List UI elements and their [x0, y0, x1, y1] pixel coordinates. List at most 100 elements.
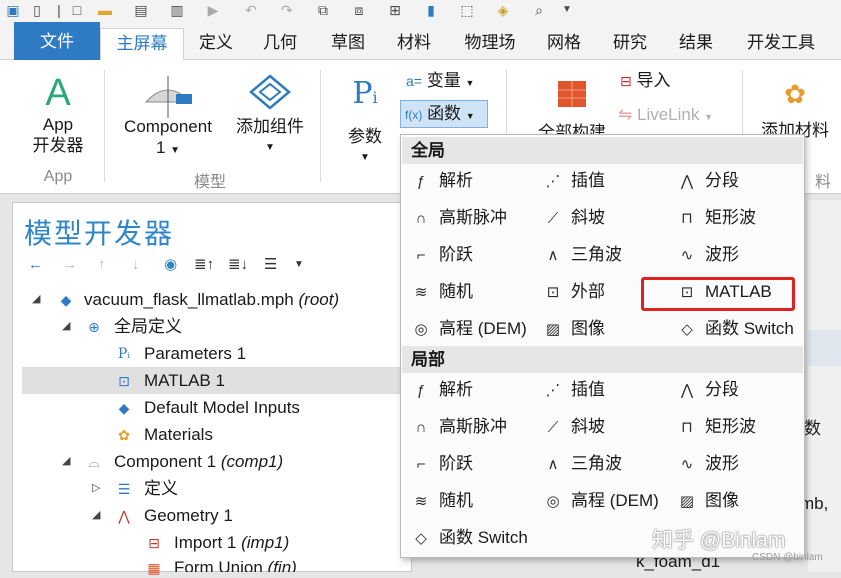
- menu-item-interpolation[interactable]: ⋰ 插值: [542, 166, 667, 196]
- elevation-icon: ◎: [414, 321, 428, 338]
- tab-definitions[interactable]: 定义: [188, 28, 244, 60]
- livelink-button[interactable]: ⇋ LiveLink ▼: [618, 104, 734, 128]
- waveform-icon: ∿: [680, 456, 694, 473]
- expand-all-icon[interactable]: ≣↑: [194, 256, 214, 274]
- menu-item-label: 分段: [705, 380, 739, 399]
- menu-item-image[interactable]: ▨ 图像: [542, 314, 667, 344]
- collapse-all-icon[interactable]: ≣↓: [228, 256, 248, 274]
- redo-icon[interactable]: ↷: [278, 1, 296, 19]
- tree-item-geometry[interactable]: Geometry 1: [144, 502, 233, 529]
- tab-mesh[interactable]: 网格: [536, 28, 592, 60]
- chevron-down-icon[interactable]: ▼: [558, 1, 576, 19]
- chevron-down-icon: ▼: [170, 145, 181, 156]
- tab-study[interactable]: 研究: [602, 28, 658, 60]
- parameters-label: 参数: [348, 127, 382, 146]
- menu-item-fx-analytic[interactable]: ƒ 解析: [410, 375, 535, 405]
- menu-item-waveform[interactable]: ∿ 波形: [676, 240, 801, 270]
- menu-item-triangle-wave[interactable]: ∧ 三角波: [542, 240, 667, 270]
- tree-item-materials[interactable]: Materials: [144, 421, 213, 448]
- tree-item-form-union[interactable]: Form Union (fin): [174, 554, 297, 572]
- menu-item-random[interactable]: ≋ 随机: [410, 486, 535, 516]
- tree-item-root[interactable]: vacuum_flask_llmatlab.mph (root): [84, 286, 339, 313]
- random-icon: ≋: [414, 493, 428, 510]
- undo-icon[interactable]: ↶: [242, 1, 260, 19]
- tree-item-definitions[interactable]: 定义: [144, 475, 178, 502]
- app-developer-button[interactable]: A App 开发器: [24, 72, 92, 156]
- save-as-icon[interactable]: ▥: [168, 1, 186, 19]
- tree-item-global-definitions[interactable]: 全局定义: [114, 313, 182, 340]
- tree-collapse-triangle-icon[interactable]: ◢: [92, 502, 100, 529]
- menu-item-step[interactable]: ⌐ 阶跃: [410, 240, 535, 270]
- import-button[interactable]: ⊟ 导入: [620, 70, 700, 92]
- build-all-button[interactable]: 全部构建: [524, 76, 620, 143]
- select-icon[interactable]: ⬚: [458, 1, 476, 19]
- menu-item-elevation[interactable]: ◎ 高程 (DEM): [410, 314, 535, 344]
- duplicate-icon[interactable]: ⊞: [386, 1, 404, 19]
- build-icon[interactable]: ◈: [494, 1, 512, 19]
- menu-item-switch[interactable]: ◇ 函数 Switch: [410, 523, 535, 553]
- tree-collapse-triangle-icon[interactable]: ◢: [62, 448, 70, 475]
- open-folder-icon[interactable]: ▬: [96, 1, 114, 19]
- menu-item-random[interactable]: ≋ 随机: [410, 277, 535, 307]
- tab-developer[interactable]: 开发工具: [734, 28, 828, 60]
- copy-icon[interactable]: ⧉: [314, 1, 332, 19]
- tab-file[interactable]: 文件: [14, 22, 100, 60]
- arrow-left-icon[interactable]: ←: [28, 256, 43, 274]
- save-icon[interactable]: ▤: [132, 1, 150, 19]
- play-icon[interactable]: ▶: [204, 1, 222, 19]
- tab-home[interactable]: 主屏幕: [100, 28, 184, 61]
- add-material-button[interactable]: ✿ 添加材料: [752, 74, 838, 141]
- menu-item-gaussian-pulse[interactable]: ∩ 高斯脉冲: [410, 203, 535, 233]
- tab-physics[interactable]: 物理场: [454, 28, 526, 60]
- menu-item-gaussian-pulse[interactable]: ∩ 高斯脉冲: [410, 412, 535, 442]
- menu-item-piecewise[interactable]: ⋀ 分段: [676, 375, 801, 405]
- tree-item-default-model-inputs[interactable]: Default Model Inputs: [144, 394, 300, 421]
- tree-item-import[interactable]: Import 1 (imp1): [174, 529, 289, 556]
- eye-icon[interactable]: ◉: [164, 256, 177, 274]
- functions-button[interactable]: f(x) 函数 ▼: [400, 100, 488, 128]
- delete-icon[interactable]: ▮: [422, 1, 440, 19]
- tab-results[interactable]: 结果: [668, 28, 724, 60]
- component-button[interactable]: Component 1 ▼: [110, 68, 226, 161]
- arrow-right-icon[interactable]: →: [62, 256, 77, 274]
- menu-item-elevation[interactable]: ◎ 高程 (DEM): [542, 486, 667, 516]
- new-file-icon[interactable]: ▯: [28, 1, 46, 19]
- menu-item-ramp[interactable]: ⟋ 斜坡: [542, 412, 667, 442]
- tab-geometry[interactable]: 几何: [252, 28, 308, 60]
- menu-item-piecewise[interactable]: ⋀ 分段: [676, 166, 801, 196]
- arrow-up-icon[interactable]: ↑: [98, 256, 106, 274]
- menu-item-image[interactable]: ▨ 图像: [676, 486, 801, 516]
- list-options-icon[interactable]: ☰: [264, 256, 277, 274]
- zoom-icon[interactable]: ⌕: [530, 1, 548, 19]
- new-icon[interactable]: □: [68, 1, 86, 19]
- menu-item-ramp[interactable]: ⟋ 斜坡: [542, 203, 667, 233]
- build-all-icon: [524, 76, 620, 116]
- menu-item-interpolation[interactable]: ⋰ 插值: [542, 375, 667, 405]
- menu-item-rectangle-wave[interactable]: ⊓ 矩形波: [676, 203, 801, 233]
- tree-item-parameters[interactable]: Parameters 1: [144, 340, 246, 367]
- tab-sketch[interactable]: 草图: [320, 28, 376, 60]
- add-component-button[interactable]: 添加组件 ▼: [228, 68, 312, 158]
- tree-collapse-triangle-icon[interactable]: ◢: [32, 286, 40, 313]
- tree-expand-triangle-icon[interactable]: ▷: [92, 475, 100, 502]
- menu-item-triangle-wave[interactable]: ∧ 三角波: [542, 449, 667, 479]
- tab-materials[interactable]: 材料: [386, 28, 442, 60]
- variables-label: 变量: [426, 71, 461, 90]
- menu-item-waveform[interactable]: ∿ 波形: [676, 449, 801, 479]
- tree-item-component[interactable]: Component 1 (comp1): [114, 448, 283, 475]
- tree-item-matlab[interactable]: MATLAB 1: [144, 367, 225, 394]
- menu-item-label: 高程 (DEM): [571, 491, 659, 510]
- variables-button[interactable]: a= 变量 ▼: [406, 70, 486, 94]
- paste-icon[interactable]: ⧈: [350, 1, 368, 19]
- menu-item-label: 阶跃: [439, 245, 473, 264]
- tree-item-label: Form Union: [174, 558, 263, 572]
- menu-item-rectangle-wave[interactable]: ⊓ 矩形波: [676, 412, 801, 442]
- menu-item-step[interactable]: ⌐ 阶跃: [410, 449, 535, 479]
- menu-item-fx-analytic[interactable]: ƒ 解析: [410, 166, 535, 196]
- arrow-down-icon[interactable]: ↓: [132, 256, 140, 274]
- pi-icon: Pᵢ: [117, 346, 131, 362]
- parameters-button[interactable]: Pi 参数 ▼: [336, 74, 394, 168]
- tree-collapse-triangle-icon[interactable]: ◢: [62, 313, 70, 340]
- chevron-down-icon[interactable]: ▼: [294, 256, 304, 274]
- menu-item-switch[interactable]: ◇ 函数 Switch: [676, 314, 801, 344]
